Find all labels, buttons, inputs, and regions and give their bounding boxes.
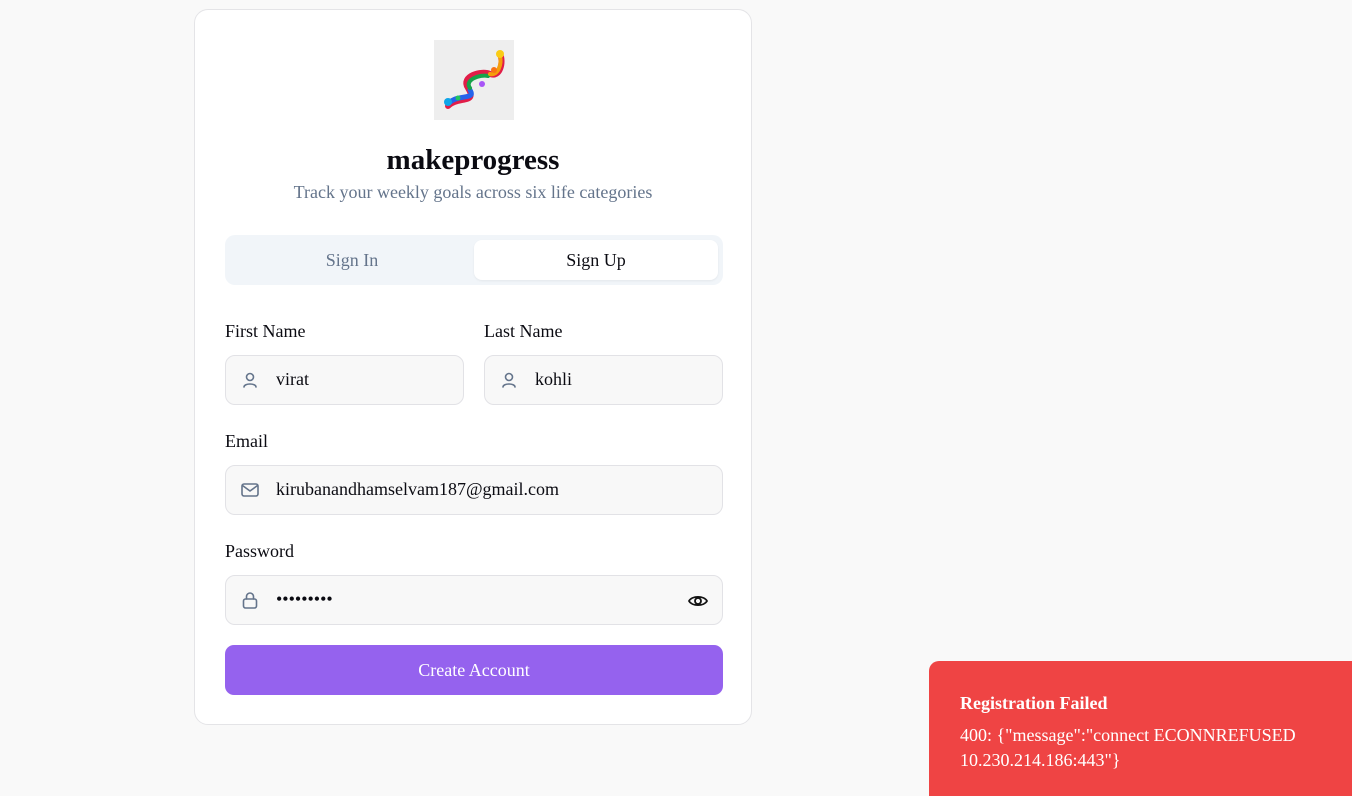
- app-logo: [434, 40, 514, 120]
- app-title: makeprogress: [386, 144, 560, 176]
- password-value: •••••••••: [276, 589, 333, 609]
- user-icon: [499, 370, 519, 390]
- mail-icon: [240, 480, 260, 500]
- last-name-field[interactable]: kohli: [484, 355, 723, 405]
- email-label: Email: [225, 431, 268, 451]
- first-name-value: virat: [276, 369, 309, 389]
- password-label: Password: [225, 541, 295, 561]
- create-account-button[interactable]: Create Account: [225, 645, 723, 695]
- last-name-label: Last Name: [484, 321, 563, 341]
- auth-card: makeprogress Track your weekly goals acr…: [194, 9, 752, 725]
- email-field[interactable]: kirubanandhamselvam187@gmail.com: [225, 465, 723, 515]
- toast-message: 400: {"message":"connect ECONNREFUSED 10…: [960, 725, 1296, 770]
- tab-sign-in[interactable]: Sign In: [230, 240, 474, 280]
- error-toast[interactable]: Registration Failed 400: {"message":"con…: [929, 661, 1352, 796]
- first-name-field[interactable]: virat: [225, 355, 464, 405]
- eye-icon[interactable]: [687, 590, 709, 612]
- auth-tabs: Sign In Sign Up: [225, 235, 723, 285]
- toast-title: Registration Failed: [960, 693, 1108, 713]
- tab-sign-up[interactable]: Sign Up: [474, 240, 718, 280]
- lock-icon: [240, 590, 260, 610]
- app-subtitle: Track your weekly goals across six life …: [293, 182, 653, 202]
- last-name-value: kohli: [535, 369, 573, 389]
- email-value: kirubanandhamselvam187@gmail.com: [276, 479, 560, 499]
- user-icon: [240, 370, 260, 390]
- password-field[interactable]: •••••••••: [225, 575, 723, 625]
- first-name-label: First Name: [225, 321, 306, 341]
